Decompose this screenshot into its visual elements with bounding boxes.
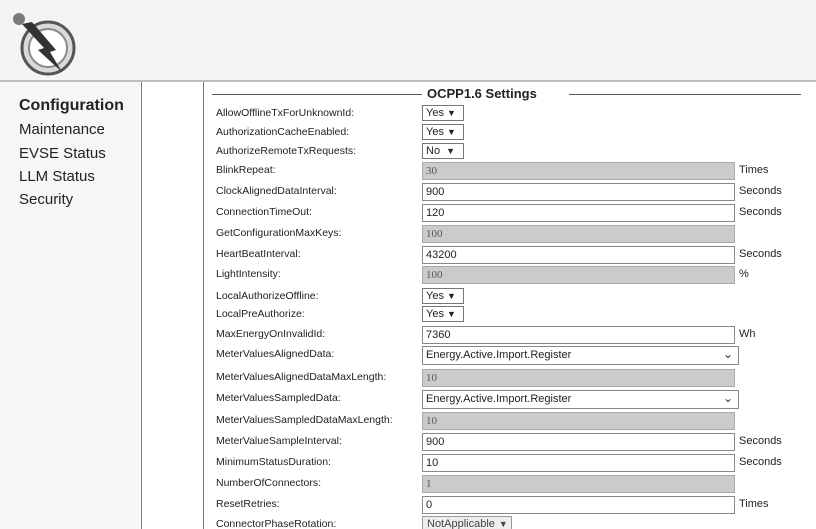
chevron-down-icon: ⌄ bbox=[722, 391, 733, 405]
setting-row: AuthorizationCacheEnabled: Yes ▼ bbox=[0, 124, 816, 144]
setting-label: LocalPreAuthorize: bbox=[216, 308, 305, 320]
setting-row: LocalPreAuthorize: Yes ▼ bbox=[0, 306, 816, 326]
fieldset-border-right bbox=[569, 94, 801, 95]
unit-label: Seconds bbox=[739, 206, 782, 218]
setting-label: LightIntensity: bbox=[216, 268, 281, 280]
setting-label: MeterValuesSampledData: bbox=[216, 392, 341, 404]
setting-label: LocalAuthorizeOffline: bbox=[216, 290, 319, 302]
select-value: No bbox=[426, 145, 441, 157]
number-of-connectors-input[interactable]: 1 bbox=[422, 475, 735, 493]
setting-row: LocalAuthorizeOffline: Yes ▼ bbox=[0, 288, 816, 308]
setting-label: MaxEnergyOnInvalidId: bbox=[216, 328, 326, 340]
max-energy-invalid-id-input[interactable]: 7360 bbox=[422, 326, 735, 344]
setting-row: MeterValuesAlignedDataMaxLength: 10 bbox=[0, 369, 816, 389]
meter-sample-interval-input[interactable]: 900 bbox=[422, 433, 735, 451]
select-value: Yes bbox=[426, 126, 444, 138]
select-value: Energy.Active.Import.Register bbox=[426, 349, 572, 361]
local-pre-authorize-select[interactable]: Yes ▼ bbox=[422, 306, 464, 322]
setting-row: AllowOfflineTxForUnknownId: Yes ▼ bbox=[0, 105, 816, 125]
setting-row: ResetRetries: 0 Times bbox=[0, 496, 816, 516]
setting-label: ConnectorPhaseRotation: bbox=[216, 518, 337, 529]
select-value: Yes bbox=[426, 308, 444, 320]
unit-label: Wh bbox=[739, 328, 756, 340]
connection-timeout-input[interactable]: 120 bbox=[422, 204, 735, 222]
allow-offline-tx-select[interactable]: Yes ▼ bbox=[422, 105, 464, 121]
setting-row: MaxEnergyOnInvalidId: 7360 Wh bbox=[0, 326, 816, 346]
setting-row: ConnectionTimeOut: 120 Seconds bbox=[0, 204, 816, 224]
setting-row: MeterValuesAlignedData: Energy.Active.Im… bbox=[0, 346, 816, 366]
unit-label: Seconds bbox=[739, 435, 782, 447]
setting-row: LightIntensity: 100 % bbox=[0, 266, 816, 286]
setting-label: ClockAlignedDataInterval: bbox=[216, 185, 337, 197]
charger-logo-icon bbox=[13, 13, 76, 76]
setting-row: HeartBeatInterval: 43200 Seconds bbox=[0, 246, 816, 266]
authorize-remote-tx-select[interactable]: No ▼ bbox=[422, 143, 464, 159]
setting-row: MeterValuesSampledData: Energy.Active.Im… bbox=[0, 390, 816, 410]
triangle-down-icon: ▼ bbox=[446, 146, 455, 156]
clock-aligned-interval-input[interactable]: 900 bbox=[422, 183, 735, 201]
settings-legend: OCPP1.6 Settings bbox=[427, 86, 537, 101]
setting-label: AuthorizeRemoteTxRequests: bbox=[216, 145, 357, 157]
setting-label: MeterValueSampleInterval: bbox=[216, 435, 342, 447]
meter-aligned-max-length-input[interactable]: 10 bbox=[422, 369, 735, 387]
unit-label: Seconds bbox=[739, 456, 782, 468]
app-header bbox=[0, 0, 816, 80]
setting-row: NumberOfConnectors: 1 bbox=[0, 475, 816, 495]
reset-retries-input[interactable]: 0 bbox=[422, 496, 735, 514]
unit-label: Times bbox=[739, 498, 769, 510]
triangle-down-icon: ▼ bbox=[498, 519, 508, 529]
meter-sampled-max-length-input[interactable]: 10 bbox=[422, 412, 735, 430]
heartbeat-interval-input[interactable]: 43200 bbox=[422, 246, 735, 264]
light-intensity-input[interactable]: 100 bbox=[422, 266, 735, 284]
setting-label: ConnectionTimeOut: bbox=[216, 206, 312, 218]
triangle-down-icon: ▼ bbox=[446, 127, 456, 137]
triangle-down-icon: ▼ bbox=[446, 108, 456, 118]
meter-values-aligned-data-select[interactable]: Energy.Active.Import.Register ⌄ bbox=[422, 346, 739, 365]
meter-values-sampled-data-select[interactable]: Energy.Active.Import.Register ⌄ bbox=[422, 390, 739, 409]
setting-label: AllowOfflineTxForUnknownId: bbox=[216, 107, 355, 119]
setting-row: MeterValuesSampledDataMaxLength: 10 bbox=[0, 412, 816, 432]
setting-row: MeterValueSampleInterval: 900 Seconds bbox=[0, 433, 816, 453]
setting-row: ConnectorPhaseRotation: NotApplicable ▼ bbox=[0, 516, 816, 529]
get-config-max-keys-input[interactable]: 100 bbox=[422, 225, 735, 243]
setting-label: GetConfigurationMaxKeys: bbox=[216, 227, 342, 239]
unit-label: % bbox=[739, 268, 749, 280]
local-authorize-offline-select[interactable]: Yes ▼ bbox=[422, 288, 464, 304]
setting-label: AuthorizationCacheEnabled: bbox=[216, 126, 350, 138]
setting-row: GetConfigurationMaxKeys: 100 bbox=[0, 225, 816, 245]
setting-label: MeterValuesAlignedDataMaxLength: bbox=[216, 371, 387, 383]
setting-label: BlinkRepeat: bbox=[216, 164, 276, 176]
setting-label: HeartBeatInterval: bbox=[216, 248, 301, 260]
setting-row: MinimumStatusDuration: 10 Seconds bbox=[0, 454, 816, 474]
setting-row: BlinkRepeat: 30 Times bbox=[0, 162, 816, 182]
chevron-down-icon: ⌄ bbox=[722, 347, 733, 361]
connector-phase-rotation-select[interactable]: NotApplicable ▼ bbox=[422, 516, 512, 529]
setting-label: MinimumStatusDuration: bbox=[216, 456, 331, 468]
select-value: Yes bbox=[426, 107, 444, 119]
select-value: Energy.Active.Import.Register bbox=[426, 393, 572, 405]
triangle-down-icon: ▼ bbox=[446, 291, 456, 301]
select-value: NotApplicable bbox=[427, 518, 495, 529]
unit-label: Times bbox=[739, 164, 769, 176]
minimum-status-duration-input[interactable]: 10 bbox=[422, 454, 735, 472]
blink-repeat-input[interactable]: 30 bbox=[422, 162, 735, 180]
auth-cache-enabled-select[interactable]: Yes ▼ bbox=[422, 124, 464, 140]
setting-label: MeterValuesSampledDataMaxLength: bbox=[216, 414, 393, 426]
fieldset-border-left bbox=[212, 94, 422, 95]
setting-label: ResetRetries: bbox=[216, 498, 280, 510]
select-value: Yes bbox=[426, 290, 444, 302]
unit-label: Seconds bbox=[739, 185, 782, 197]
unit-label: Seconds bbox=[739, 248, 782, 260]
setting-label: NumberOfConnectors: bbox=[216, 477, 322, 489]
setting-row: ClockAlignedDataInterval: 900 Seconds bbox=[0, 183, 816, 203]
triangle-down-icon: ▼ bbox=[446, 309, 456, 319]
setting-label: MeterValuesAlignedData: bbox=[216, 348, 335, 360]
setting-row: AuthorizeRemoteTxRequests: No ▼ bbox=[0, 143, 816, 163]
